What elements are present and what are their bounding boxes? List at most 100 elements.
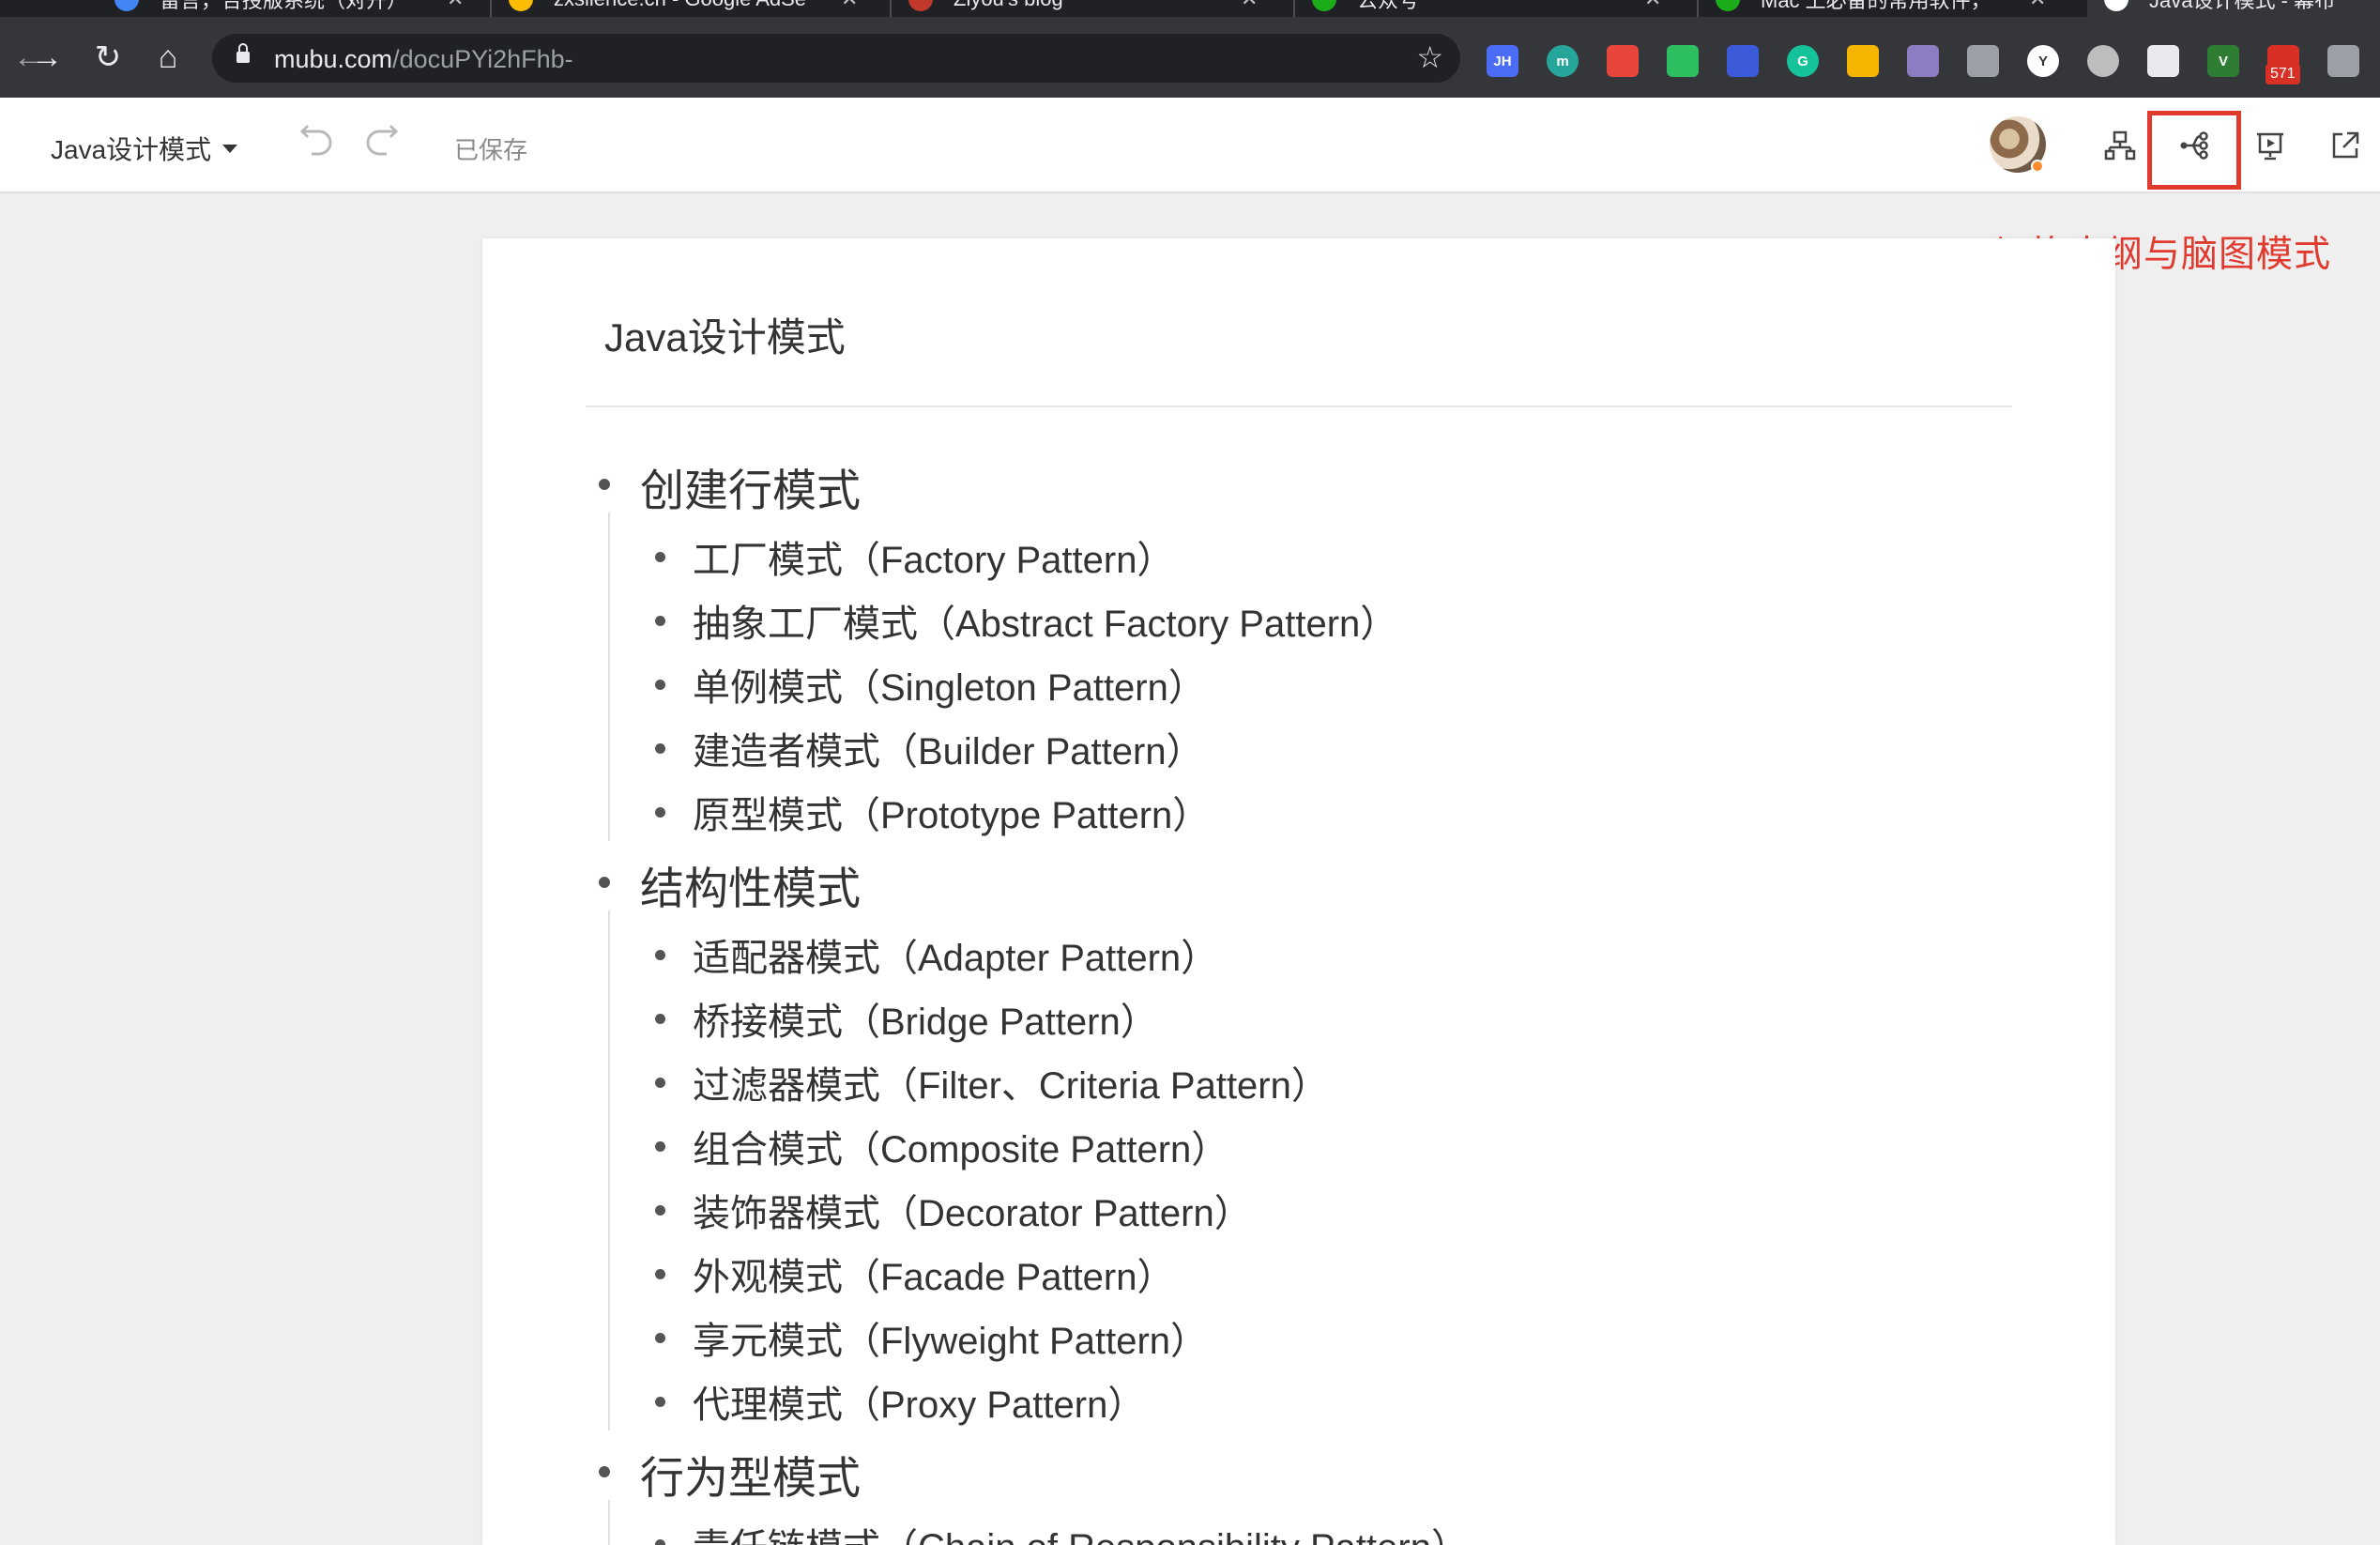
list-item[interactable]: 桥接模式（Bridge Pattern）	[693, 991, 1158, 1046]
address-bar[interactable]: mubu.com/docuPYi2hFhb- ☆	[212, 34, 1460, 83]
annotation-highlight-box	[2147, 111, 2241, 190]
grid-extension-icon[interactable]	[1847, 45, 1879, 77]
item-bullet-icon[interactable]	[655, 1539, 665, 1545]
collaborate-button[interactable]	[2098, 124, 2142, 167]
puzzle-extension-icon[interactable]	[2327, 45, 2359, 77]
v-extension-icon[interactable]: V	[2207, 45, 2239, 77]
translate-extension-icon[interactable]	[1727, 45, 1759, 77]
item-bullet-icon[interactable]	[655, 1269, 665, 1279]
tab-separator	[490, 0, 492, 17]
tab-title: Ziyou's blog	[954, 0, 1063, 11]
browser-tab[interactable]: Mac 上必备的常用软件， ✕	[1716, 0, 2072, 17]
item-bullet-icon[interactable]	[655, 1014, 665, 1024]
tab-separator	[1697, 0, 1699, 17]
tab-title: 公众号	[1357, 0, 1420, 12]
evernote-extension-icon[interactable]	[1667, 45, 1699, 77]
browser-tab[interactable]: zxsilence.cn - Google AdSe ✕	[509, 0, 884, 17]
browser-tab[interactable]: 留言，合授版系统（对开） ✕	[114, 0, 490, 17]
document-heading[interactable]: Java设计模式	[604, 306, 846, 363]
chart-extension-icon[interactable]	[1967, 45, 1999, 77]
item-bullet-icon[interactable]	[655, 680, 665, 690]
url-host: mubu.com	[274, 45, 393, 73]
home-icon: ⌂	[158, 38, 178, 75]
list-item[interactable]: 适配器模式（Adapter Pattern）	[693, 927, 1218, 982]
group-title[interactable]: 行为型模式	[640, 1442, 861, 1507]
jh-extension-icon[interactable]: JH	[1487, 45, 1518, 77]
document-page: Java设计模式 创建行模式工厂模式（Factory Pattern） 抽象工厂模…	[482, 238, 2115, 1545]
tab-title: 留言，合授版系统（对开）	[160, 0, 408, 12]
list-item[interactable]: 建造者模式（Builder Pattern）	[693, 721, 1204, 775]
list-item[interactable]: 原型模式（Prototype Pattern）	[693, 785, 1210, 839]
document-title: Java设计模式	[51, 135, 212, 164]
tab-close-icon[interactable]: ✕	[841, 0, 858, 11]
undo-icon	[299, 124, 332, 156]
forward-arrow-icon: →	[31, 38, 63, 75]
list-item[interactable]: 外观模式（Facade Pattern）	[693, 1247, 1175, 1301]
item-bullet-icon[interactable]	[655, 1333, 665, 1343]
heading-divider	[586, 405, 2012, 407]
m-extension-icon[interactable]: m	[1547, 45, 1579, 77]
item-bullet-icon[interactable]	[655, 616, 665, 626]
list-item[interactable]: 单例模式（Singleton Pattern）	[693, 657, 1206, 711]
url-text[interactable]: mubu.com/docuPYi2hFhb-	[274, 45, 573, 74]
document-title-dropdown[interactable]: Java设计模式	[51, 130, 238, 167]
reload-button[interactable]: ↻	[88, 38, 128, 77]
yandex-extension-icon[interactable]: Y	[2027, 45, 2059, 77]
github-cat-extension-icon[interactable]	[1907, 45, 1939, 77]
blog-icon	[908, 0, 933, 11]
list-item[interactable]: 组合模式（Composite Pattern）	[693, 1119, 1228, 1173]
share-button[interactable]	[2324, 124, 2367, 167]
external-link-icon	[2332, 131, 2359, 159]
network-extension-icon[interactable]	[1607, 45, 1639, 77]
group-bullet-icon[interactable]	[599, 1466, 610, 1477]
wechat-icon	[1716, 0, 1740, 11]
presentation-button[interactable]	[2249, 124, 2292, 167]
tab-title: Java设计模式 - 幕布	[2149, 0, 2336, 12]
list-item[interactable]: 代理模式（Proxy Pattern）	[693, 1374, 1145, 1429]
undo-button[interactable]	[298, 122, 336, 169]
circle-extension-icon[interactable]	[2087, 45, 2119, 77]
group-bullet-icon[interactable]	[599, 877, 610, 888]
item-bullet-icon[interactable]	[655, 807, 665, 818]
forward-button[interactable]: →	[28, 38, 66, 77]
item-bullet-icon[interactable]	[655, 1397, 665, 1407]
tab-title: zxsilence.cn - Google AdSe	[554, 0, 806, 11]
group-title[interactable]: 创建行模式	[640, 454, 861, 519]
avatar-status-dot	[2031, 160, 2044, 173]
star-icon: ☆	[1416, 40, 1443, 74]
grammarly-extension-icon[interactable]: G	[1787, 45, 1819, 77]
item-bullet-icon[interactable]	[655, 552, 665, 562]
list-item[interactable]: 过滤器模式（Filter、Criteria Pattern）	[693, 1055, 1329, 1109]
list-item[interactable]: 责任链模式（Chain of Responsibility Pattern）	[693, 1517, 1469, 1545]
group-title[interactable]: 结构性模式	[640, 852, 861, 917]
list-item[interactable]: 装饰器模式（Decorator Pattern）	[693, 1183, 1252, 1237]
item-bullet-icon[interactable]	[655, 1141, 665, 1152]
tab-close-icon[interactable]: ✕	[2029, 0, 2046, 11]
browser-tab[interactable]: Java设计模式 - 幕布	[2087, 0, 2380, 17]
redo-button[interactable]	[362, 122, 400, 169]
item-bullet-icon[interactable]	[655, 950, 665, 960]
item-bullet-icon[interactable]	[655, 1205, 665, 1216]
wechat-mp-icon	[1312, 0, 1336, 11]
mail-count-badge: 571	[2266, 64, 2300, 84]
group-bullet-icon[interactable]	[599, 479, 610, 490]
bookmark-star-button[interactable]: ☆	[1416, 39, 1443, 75]
browser-tab[interactable]: 公众号 ✕	[1312, 0, 1687, 17]
home-button[interactable]: ⌂	[148, 38, 188, 77]
app-header: Java设计模式 已保存	[0, 98, 2380, 193]
org-chart-icon	[2104, 130, 2136, 161]
item-bullet-icon[interactable]	[655, 1078, 665, 1088]
tab-close-icon[interactable]: ✕	[1644, 0, 1661, 11]
tab-close-icon[interactable]: ✕	[1241, 0, 1258, 11]
list-item[interactable]: 享元模式（Flyweight Pattern）	[693, 1310, 1208, 1365]
browser-tab[interactable]: Ziyou's blog ✕	[908, 0, 1284, 17]
shield-extension-icon[interactable]	[2147, 45, 2179, 77]
tab-separator	[890, 0, 892, 17]
tab-close-icon[interactable]: ✕	[447, 0, 464, 11]
list-item[interactable]: 工厂模式（Factory Pattern）	[693, 529, 1174, 584]
browser-toolbar: ← → ↻ ⌂ mubu.com/docuPYi2hFhb- ☆ JH m G Y V 5…	[0, 17, 2380, 98]
item-bullet-icon[interactable]	[655, 743, 665, 754]
list-item[interactable]: 抽象工厂模式（Abstract Factory Pattern）	[693, 593, 1397, 648]
group-guide-line	[608, 512, 610, 841]
url-path: /docuPYi2hFhb-	[392, 45, 573, 73]
